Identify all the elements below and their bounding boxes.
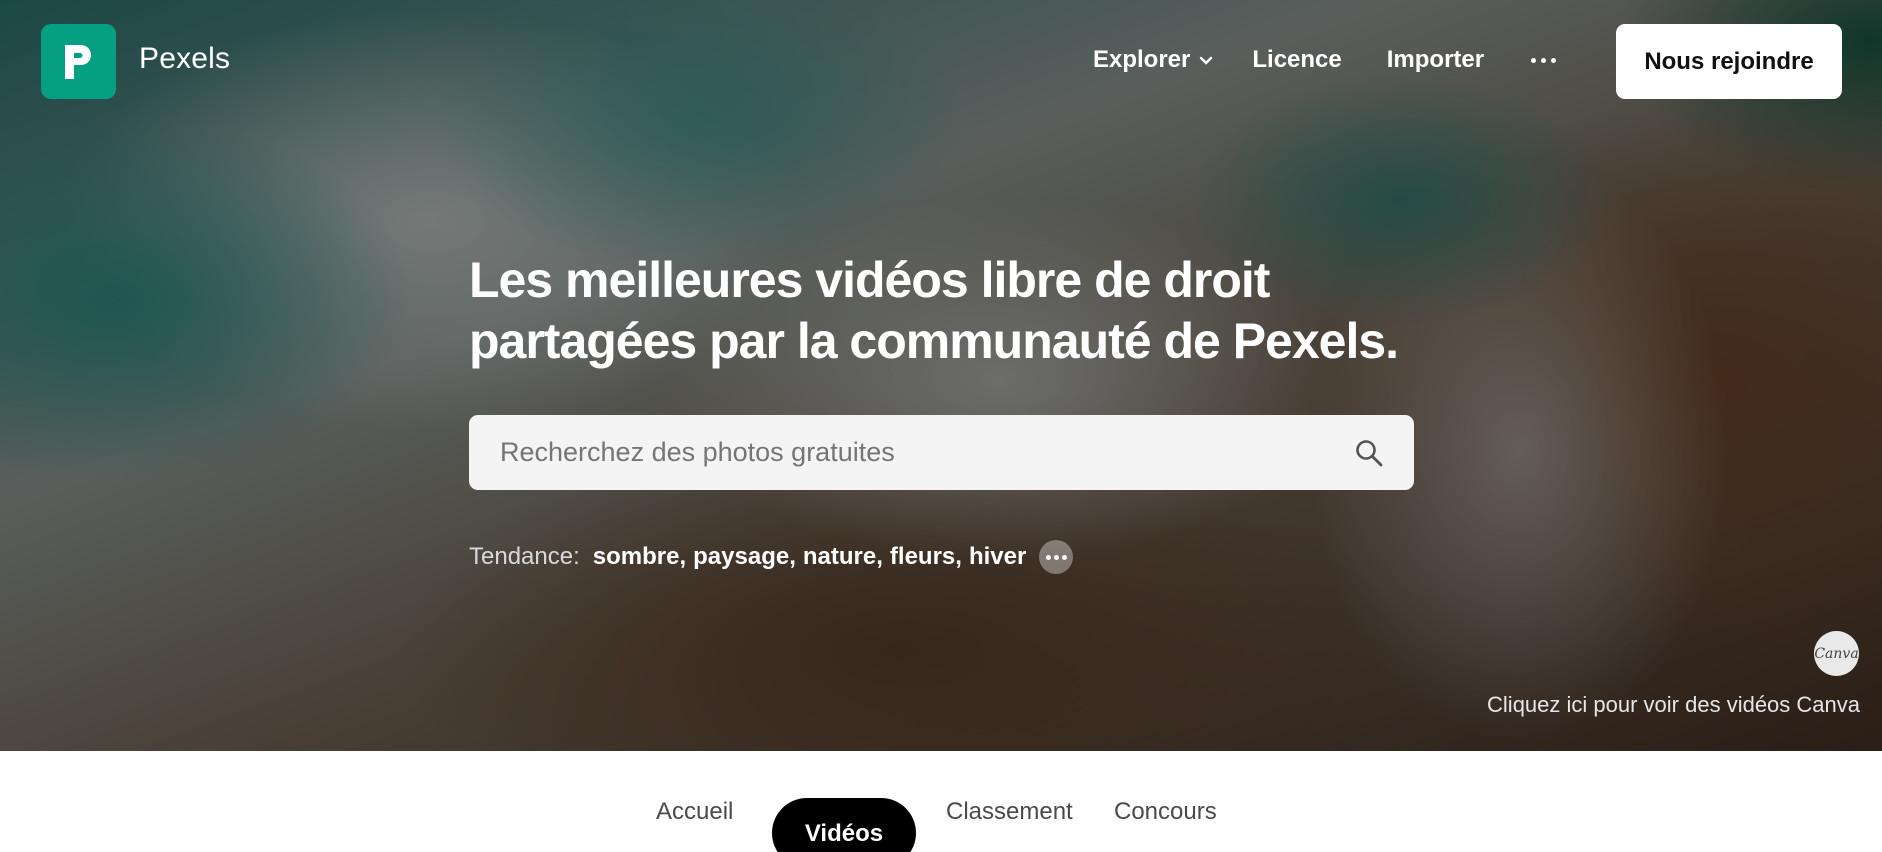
logo-p-glyph	[65, 45, 91, 79]
hero-headline: Les meilleures vidéos libre de droit par…	[469, 250, 1429, 372]
trending-item[interactable]: sombre	[593, 543, 680, 571]
headline-line-1: Les meilleures vidéos libre de droit	[469, 252, 1270, 308]
canva-logo-icon[interactable]: Canva	[1814, 631, 1859, 676]
chevron-down-icon	[1200, 56, 1213, 65]
nav-explore-label: Explorer	[1093, 46, 1191, 73]
canva-videos-link[interactable]: Cliquez ici pour voir des vidéos Canva	[1487, 692, 1860, 718]
tab-accueil[interactable]: Accueil	[656, 798, 733, 826]
headline-line-2: partagées par la communauté de Pexels.	[469, 313, 1399, 369]
search-icon[interactable]	[1354, 438, 1384, 468]
dot	[1551, 57, 1557, 63]
brand-name[interactable]: Pexels	[139, 42, 230, 76]
pexels-logo-icon[interactable]	[41, 24, 116, 99]
dot	[1531, 57, 1537, 63]
separator: ,	[789, 543, 796, 570]
search-input[interactable]	[500, 415, 1320, 490]
search-bar	[469, 415, 1414, 490]
dot	[1541, 57, 1547, 63]
more-trending-icon[interactable]	[1039, 540, 1074, 574]
trending-item[interactable]: paysage	[693, 543, 789, 571]
tab-videos[interactable]: Vidéos	[772, 798, 916, 852]
trending-item[interactable]: nature	[803, 543, 876, 571]
tab-concours[interactable]: Concours	[1114, 798, 1217, 826]
nav-import-link[interactable]: Importer	[1387, 46, 1484, 74]
dot	[1053, 554, 1059, 560]
more-menu-icon[interactable]	[1531, 48, 1557, 72]
top-navigation: Pexels Explorer Licence Importer Nous re…	[0, 0, 1882, 124]
trending-row: Tendance: sombre, paysage, nature, fleur…	[469, 540, 1074, 574]
section-tabs	[0, 751, 1882, 852]
nav-explore-menu[interactable]: Explorer	[1093, 46, 1213, 74]
trending-item[interactable]: hiver	[969, 543, 1026, 571]
nav-licence-link[interactable]: Licence	[1252, 46, 1341, 74]
dot	[1045, 554, 1051, 560]
trending-item[interactable]: fleurs	[890, 543, 955, 571]
nav-links: Explorer Licence Importer	[1093, 46, 1557, 74]
dot	[1061, 554, 1067, 560]
separator: ,	[679, 543, 687, 570]
tab-classement[interactable]: Classement	[946, 798, 1073, 826]
separator: ,	[955, 543, 962, 570]
join-button[interactable]: Nous rejoindre	[1616, 24, 1842, 99]
separator: ,	[876, 543, 883, 570]
trending-label: Tendance:	[469, 543, 580, 570]
